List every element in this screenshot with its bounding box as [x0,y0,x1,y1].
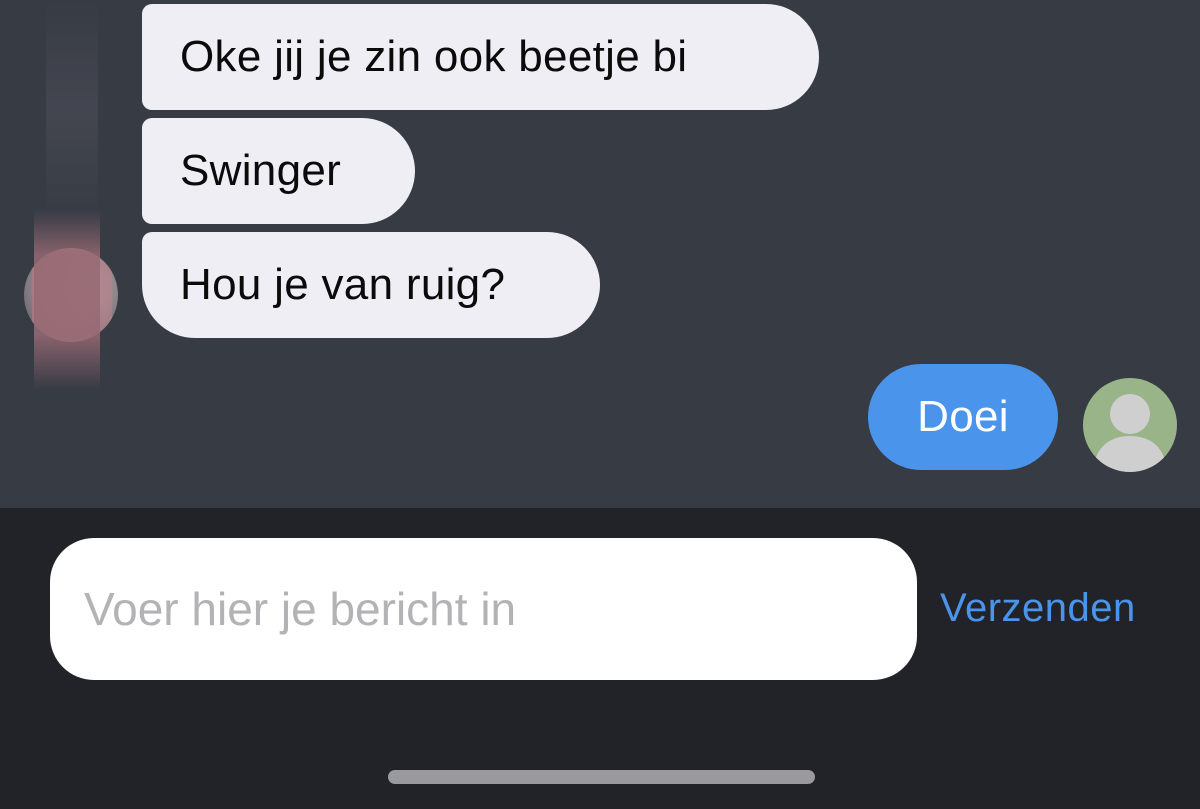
outgoing-message-bubble[interactable]: Doei [868,364,1058,470]
message-text: Hou je van ruig? [180,260,506,309]
incoming-message-bubble[interactable]: Hou je van ruig? [142,232,600,338]
blurred-region [46,0,98,220]
incoming-message-bubble[interactable]: Oke jij je zin ook beetje bi [142,4,819,110]
message-text: Oke jij je zin ook beetje bi [180,32,688,81]
send-button[interactable]: Verzenden [940,578,1170,638]
user-avatar-icon[interactable] [1083,378,1177,472]
blurred-region [34,210,100,390]
message-input[interactable] [50,538,917,680]
message-text: Doei [917,392,1009,441]
default-person-icon [1093,394,1167,472]
home-indicator[interactable] [388,770,815,784]
incoming-message-bubble[interactable]: Swinger [142,118,415,224]
message-text: Swinger [180,146,342,195]
chat-message-list[interactable]: Oke jij je zin ook beetje bi Swinger Hou… [0,0,1200,508]
